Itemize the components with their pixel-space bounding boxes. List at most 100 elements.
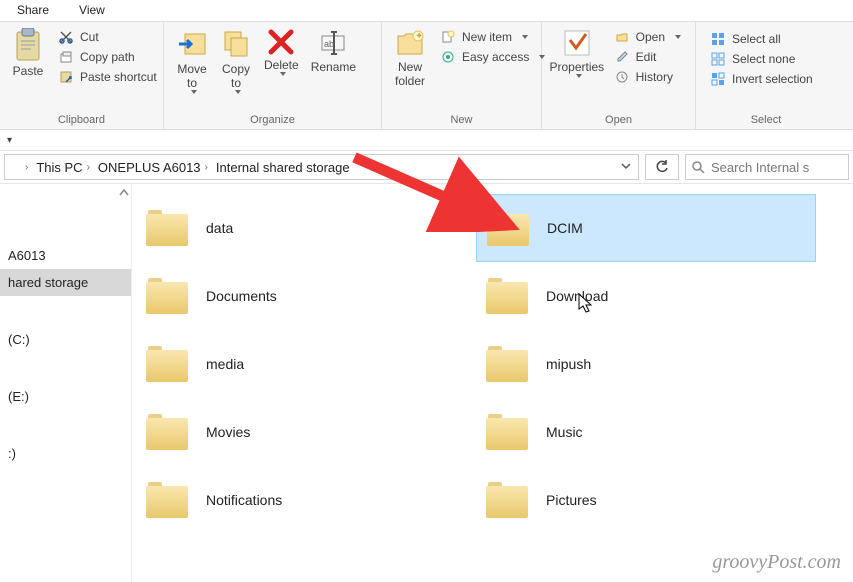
new-item-label: New item bbox=[462, 30, 512, 44]
ribbon-group-organize: Move to Copy to Delete ab Rename Organiz… bbox=[164, 22, 382, 129]
folder-icon bbox=[146, 278, 188, 314]
breadcrumb-device[interactable]: ONEPLUS A6013› bbox=[94, 160, 212, 175]
invert-selection-button[interactable]: Invert selection bbox=[706, 70, 817, 88]
search-placeholder: Search Internal s bbox=[711, 160, 809, 175]
folder-item[interactable]: data bbox=[136, 194, 476, 262]
select-all-icon bbox=[710, 31, 726, 47]
folder-label: data bbox=[206, 220, 233, 236]
copy-to-icon bbox=[221, 28, 251, 60]
move-to-label: Move to bbox=[177, 62, 206, 90]
folder-icon bbox=[487, 210, 529, 246]
organize-group-label: Organize bbox=[164, 114, 381, 129]
folder-item[interactable]: Download bbox=[476, 262, 816, 330]
edit-icon bbox=[614, 49, 630, 65]
folder-item[interactable]: Documents bbox=[136, 262, 476, 330]
select-all-button[interactable]: Select all bbox=[706, 30, 817, 48]
folder-icon bbox=[146, 210, 188, 246]
folder-label: Music bbox=[546, 424, 583, 440]
folder-item[interactable]: media bbox=[136, 330, 476, 398]
folder-label: Pictures bbox=[546, 492, 597, 508]
mouse-cursor-icon bbox=[578, 293, 596, 315]
address-expand-icon[interactable] bbox=[620, 160, 632, 175]
sidebar-item-drive-e[interactable]: (E:) bbox=[0, 383, 131, 410]
search-box[interactable]: Search Internal s bbox=[685, 154, 849, 180]
main-area: A6013 hared storage (C:) (E:) :) data DCI… bbox=[0, 184, 853, 582]
copy-path-button[interactable]: Copy path bbox=[54, 48, 161, 66]
folder-icon bbox=[486, 346, 528, 382]
cut-button[interactable]: Cut bbox=[54, 28, 161, 46]
scissors-icon bbox=[58, 29, 74, 45]
paste-button[interactable]: Paste bbox=[6, 26, 50, 80]
folder-item[interactable]: Music bbox=[476, 398, 816, 466]
ribbon-group-new: ✦ New folder New item Easy access New bbox=[382, 22, 542, 129]
sidebar-item-drive-other[interactable]: :) bbox=[0, 440, 131, 467]
open-button[interactable]: Open bbox=[610, 28, 685, 46]
folder-item[interactable]: Movies bbox=[136, 398, 476, 466]
new-folder-label: New folder bbox=[395, 60, 425, 88]
delete-label: Delete bbox=[264, 58, 299, 72]
folder-item[interactable]: Notifications bbox=[136, 466, 476, 534]
easy-access-icon bbox=[440, 49, 456, 65]
paste-label: Paste bbox=[13, 64, 44, 78]
edit-button[interactable]: Edit bbox=[610, 48, 685, 66]
folder-icon bbox=[486, 278, 528, 314]
ribbon: Paste Cut Copy path Paste shortcut Clipb… bbox=[0, 22, 853, 130]
tab-share[interactable]: Share bbox=[2, 0, 64, 21]
properties-label: Properties bbox=[549, 60, 604, 74]
move-to-icon bbox=[177, 28, 207, 60]
sidebar-item-drive-c[interactable]: (C:) bbox=[0, 326, 131, 353]
scroll-up-icon[interactable] bbox=[117, 186, 132, 202]
invert-selection-icon bbox=[710, 71, 726, 87]
select-group-label: Select bbox=[696, 114, 836, 129]
tab-view[interactable]: View bbox=[64, 0, 120, 21]
navigation-pane[interactable]: A6013 hared storage (C:) (E:) :) bbox=[0, 184, 132, 582]
move-to-button[interactable]: Move to bbox=[170, 26, 214, 96]
sidebar-item-device[interactable]: A6013 bbox=[0, 242, 131, 269]
breadcrumb-storage[interactable]: Internal shared storage bbox=[212, 160, 354, 175]
select-all-label: Select all bbox=[732, 32, 781, 46]
copy-path-icon bbox=[58, 49, 74, 65]
history-icon bbox=[614, 69, 630, 85]
breadcrumb-bar[interactable]: › This PC› ONEPLUS A6013› Internal share… bbox=[4, 154, 639, 180]
folder-icon bbox=[146, 482, 188, 518]
refresh-icon bbox=[655, 160, 669, 174]
paste-shortcut-icon bbox=[58, 69, 74, 85]
new-item-icon bbox=[440, 29, 456, 45]
new-item-button[interactable]: New item bbox=[436, 28, 549, 46]
history-label: History bbox=[636, 70, 673, 84]
folder-item[interactable]: DCIM bbox=[476, 194, 816, 262]
new-folder-button[interactable]: ✦ New folder bbox=[388, 26, 432, 90]
cut-label: Cut bbox=[80, 30, 99, 44]
refresh-button[interactable] bbox=[645, 154, 679, 180]
quick-access-toolbar: ▾ bbox=[0, 130, 853, 150]
delete-button[interactable]: Delete bbox=[258, 26, 305, 78]
folder-item[interactable]: Pictures bbox=[476, 466, 816, 534]
history-button[interactable]: History bbox=[610, 68, 685, 86]
folder-icon bbox=[486, 414, 528, 450]
new-group-label: New bbox=[382, 114, 541, 129]
properties-button[interactable]: Properties bbox=[548, 26, 606, 80]
easy-access-button[interactable]: Easy access bbox=[436, 48, 549, 66]
folder-icon bbox=[146, 346, 188, 382]
open-icon bbox=[614, 29, 630, 45]
rename-button[interactable]: ab Rename bbox=[305, 26, 362, 76]
svg-text:ab: ab bbox=[324, 39, 334, 49]
copy-to-button[interactable]: Copy to bbox=[214, 26, 258, 96]
copy-path-label: Copy path bbox=[80, 50, 135, 64]
ribbon-group-clipboard: Paste Cut Copy path Paste shortcut Clipb… bbox=[0, 22, 164, 129]
file-list[interactable]: data DCIMDocumentsDownloadmediamipushMovi… bbox=[132, 184, 853, 582]
qat-dropdown-button[interactable]: ▾ bbox=[4, 133, 15, 148]
ribbon-group-open: Properties Open Edit History Open bbox=[542, 22, 696, 129]
paste-shortcut-button[interactable]: Paste shortcut bbox=[54, 68, 161, 86]
select-none-icon bbox=[710, 51, 726, 67]
breadcrumb-this-pc[interactable]: This PC› bbox=[32, 160, 94, 175]
ribbon-group-select: Select all Select none Invert selection … bbox=[696, 22, 836, 129]
open-group-label: Open bbox=[542, 114, 695, 129]
folder-item[interactable]: mipush bbox=[476, 330, 816, 398]
properties-icon bbox=[562, 28, 592, 58]
select-none-button[interactable]: Select none bbox=[706, 50, 817, 68]
breadcrumb-separator[interactable]: › bbox=[19, 162, 32, 173]
sidebar-item-storage[interactable]: hared storage bbox=[0, 269, 131, 296]
folder-label: Notifications bbox=[206, 492, 282, 508]
copy-to-label: Copy to bbox=[222, 62, 250, 90]
